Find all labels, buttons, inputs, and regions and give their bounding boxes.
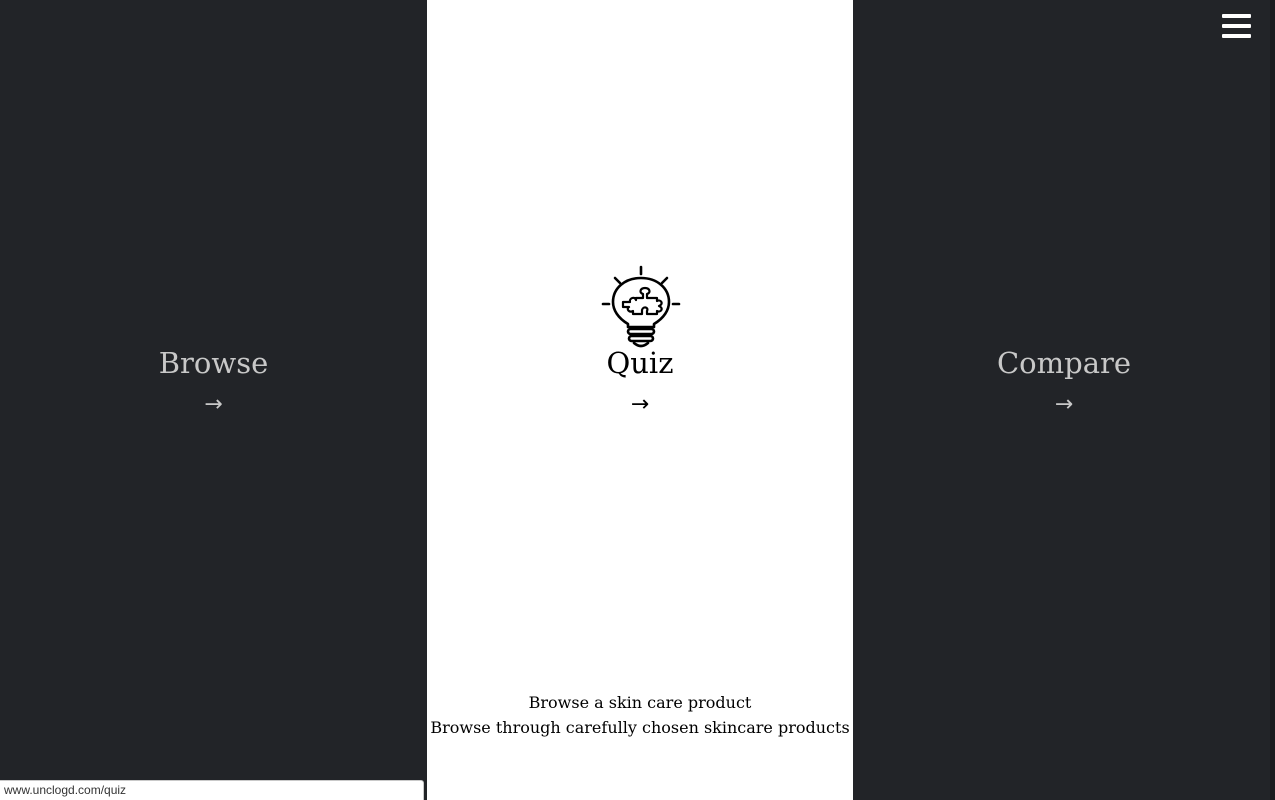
browse-title[interactable]: Browse <box>0 343 427 383</box>
compare-panel[interactable]: Compare → <box>853 0 1275 800</box>
scrollbar-track[interactable] <box>1270 0 1275 800</box>
panel-container: Browse → Quiz → Browse a skin care produ… <box>0 0 1275 800</box>
hamburger-line <box>1222 34 1251 38</box>
compare-arrow-icon[interactable]: → <box>853 390 1275 420</box>
browser-status-bar: www.unclogd.com/quiz <box>0 780 424 800</box>
lightbulb-puzzle-icon <box>601 265 681 348</box>
quiz-panel[interactable]: Quiz → Browse a skin care product Browse… <box>427 0 853 800</box>
quiz-arrow-icon[interactable]: → <box>427 390 853 420</box>
hamburger-line <box>1222 24 1251 28</box>
hamburger-menu-icon[interactable] <box>1222 13 1251 40</box>
quiz-description-line-1: Browse a skin care product <box>528 693 752 712</box>
quiz-description-line-2: Browse through carefully chosen skincare… <box>430 718 850 737</box>
quiz-description: Browse a skin care product Browse throug… <box>427 690 853 740</box>
browse-arrow-icon[interactable]: → <box>0 390 427 420</box>
hamburger-line <box>1222 14 1251 18</box>
quiz-title[interactable]: Quiz <box>427 343 853 383</box>
compare-title[interactable]: Compare <box>853 343 1275 383</box>
browse-panel[interactable]: Browse → <box>0 0 427 800</box>
